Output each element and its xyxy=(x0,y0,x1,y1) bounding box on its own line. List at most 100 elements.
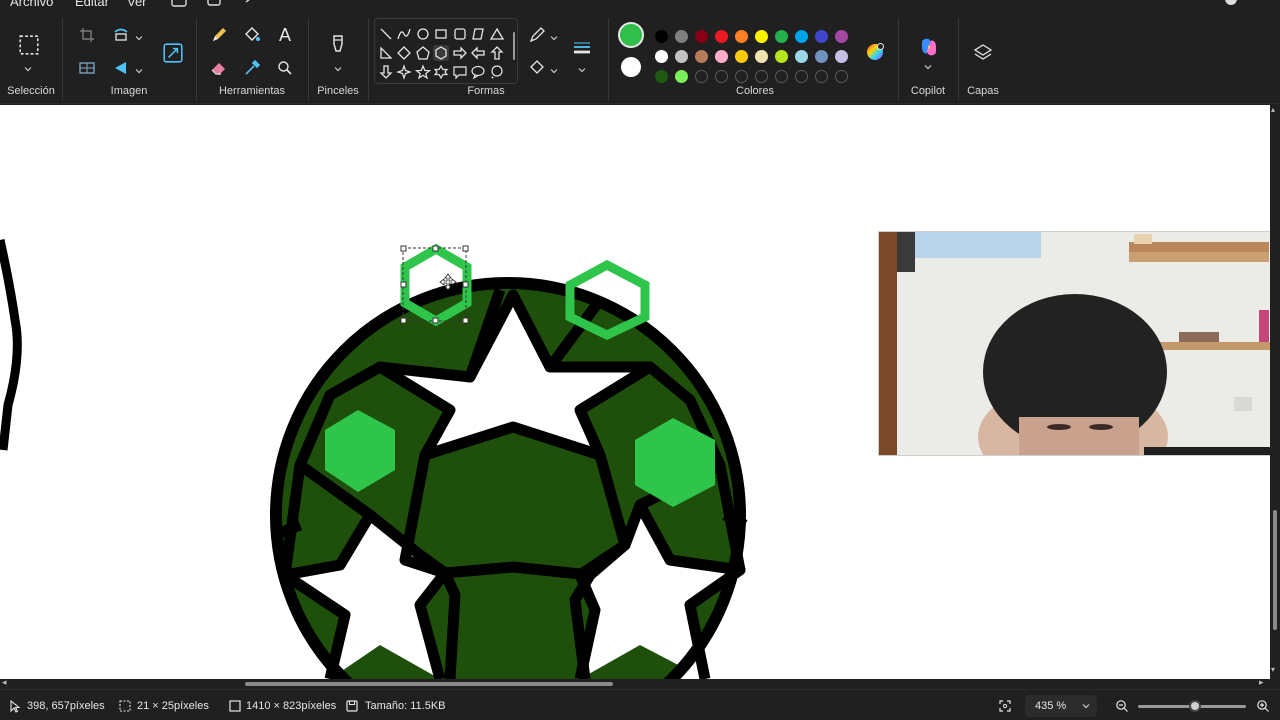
vertical-scrollbar[interactable]: ▴ ▾ xyxy=(1270,105,1280,679)
zoom-in-icon[interactable] xyxy=(1256,699,1270,713)
brushes-chevron-down-icon[interactable] xyxy=(333,61,343,72)
shape-right-arrow-icon[interactable] xyxy=(452,45,468,61)
menu-view[interactable]: Ver xyxy=(127,0,147,9)
flip-icon[interactable] xyxy=(110,57,132,79)
account-icon[interactable] xyxy=(1220,0,1242,10)
palette-swatch[interactable] xyxy=(775,30,788,43)
text-tool-icon[interactable]: A xyxy=(274,24,296,46)
magnifier-icon[interactable] xyxy=(274,57,296,79)
select-rectangle-icon[interactable] xyxy=(16,32,42,58)
flip-chevron-down-icon[interactable] xyxy=(134,63,144,74)
palette-swatch[interactable] xyxy=(835,70,848,83)
redo-icon[interactable] xyxy=(240,0,262,10)
secondary-color-swatch[interactable] xyxy=(621,57,641,77)
palette-swatch[interactable] xyxy=(715,70,728,83)
fill-chevron-down-icon[interactable] xyxy=(549,63,559,74)
vertical-scroll-thumb[interactable] xyxy=(1273,510,1277,630)
shape-oval-icon[interactable] xyxy=(415,26,431,42)
fit-to-window-icon[interactable] xyxy=(998,699,1012,713)
undo-icon[interactable] xyxy=(203,0,225,10)
zoom-slider-thumb[interactable] xyxy=(1189,700,1201,712)
palette-swatch[interactable] xyxy=(715,50,728,63)
palette-swatch[interactable] xyxy=(815,30,828,43)
shapes-gallery-scrollbar[interactable] xyxy=(513,32,515,60)
palette-swatch[interactable] xyxy=(755,30,768,43)
shape-polygon-icon[interactable] xyxy=(470,26,486,42)
stroke-size-icon[interactable] xyxy=(570,36,594,60)
shape-down-arrow-icon[interactable] xyxy=(378,64,394,80)
shape-six-point-star-icon[interactable] xyxy=(433,64,449,80)
palette-swatch[interactable] xyxy=(735,30,748,43)
shape-up-arrow-icon[interactable] xyxy=(489,45,505,61)
selection-chevron-down-icon[interactable] xyxy=(23,61,33,72)
shape-left-arrow-icon[interactable] xyxy=(470,45,486,61)
palette-swatch[interactable] xyxy=(735,50,748,63)
palette-swatch[interactable] xyxy=(735,70,748,83)
shape-five-point-star-icon[interactable] xyxy=(414,64,432,80)
horizontal-scroll-thumb[interactable] xyxy=(245,682,613,686)
shape-line-icon[interactable] xyxy=(378,26,394,42)
horizontal-scrollbar[interactable]: ◂ ▸ xyxy=(0,677,1270,689)
palette-swatch[interactable] xyxy=(755,50,768,63)
layers-icon[interactable] xyxy=(970,40,996,66)
palette-swatch[interactable] xyxy=(655,70,668,83)
scroll-up-icon[interactable]: ▴ xyxy=(1271,105,1275,114)
copilot-chevron-down-icon[interactable] xyxy=(923,59,933,70)
pencil-icon[interactable] xyxy=(208,24,230,46)
scroll-left-icon[interactable]: ◂ xyxy=(2,677,7,688)
shape-curve-icon[interactable] xyxy=(396,26,412,42)
palette-swatch[interactable] xyxy=(775,50,788,63)
shape-four-point-star-icon[interactable] xyxy=(396,64,412,80)
stroke-size-chevron-down-icon[interactable] xyxy=(577,62,587,73)
menu-file[interactable]: Archivo xyxy=(10,0,53,9)
shape-rect-callout-icon[interactable] xyxy=(452,64,468,80)
image-grid-icon[interactable] xyxy=(76,57,98,79)
zoom-out-icon[interactable] xyxy=(1115,699,1129,713)
palette-swatch[interactable] xyxy=(815,50,828,63)
copilot-icon[interactable] xyxy=(916,34,942,60)
palette-swatch[interactable] xyxy=(715,30,728,43)
shape-diamond-icon[interactable] xyxy=(396,45,412,61)
edit-colors-icon[interactable] xyxy=(863,40,887,64)
shape-fill-icon[interactable] xyxy=(526,57,548,79)
primary-color-swatch[interactable] xyxy=(618,22,644,48)
shape-hexagon-icon[interactable] xyxy=(433,45,449,61)
palette-swatch[interactable] xyxy=(775,70,788,83)
shape-cloud-callout-icon[interactable] xyxy=(489,64,505,80)
menu-edit[interactable]: Editar xyxy=(75,0,109,9)
palette-swatch[interactable] xyxy=(655,50,668,63)
palette-swatch[interactable] xyxy=(695,50,708,63)
resize-chevron-down-icon[interactable] xyxy=(134,30,144,41)
shape-rectangle-icon[interactable] xyxy=(433,26,449,42)
palette-swatch[interactable] xyxy=(695,70,708,83)
outline-chevron-down-icon[interactable] xyxy=(549,30,559,41)
scroll-right-icon[interactable]: ▸ xyxy=(1259,677,1264,688)
palette-swatch[interactable] xyxy=(815,70,828,83)
eraser-icon[interactable] xyxy=(208,57,230,79)
crop-icon[interactable] xyxy=(76,24,98,46)
shape-outline-icon[interactable] xyxy=(526,24,548,46)
shape-oval-callout-icon[interactable] xyxy=(470,64,486,80)
color-picker-icon[interactable] xyxy=(241,57,263,79)
palette-swatch[interactable] xyxy=(675,70,688,83)
palette-swatch[interactable] xyxy=(795,70,808,83)
shape-right-triangle-icon[interactable] xyxy=(378,45,394,61)
palette-swatch[interactable] xyxy=(755,70,768,83)
palette-swatch[interactable] xyxy=(675,30,688,43)
resize-icon[interactable] xyxy=(110,24,132,46)
brush-icon[interactable] xyxy=(326,32,350,56)
palette-swatch[interactable] xyxy=(835,50,848,63)
palette-swatch[interactable] xyxy=(835,30,848,43)
shape-rounded-rectangle-icon[interactable] xyxy=(452,26,468,42)
palette-swatch[interactable] xyxy=(795,30,808,43)
shape-triangle-icon[interactable] xyxy=(489,26,505,42)
scroll-down-icon[interactable]: ▾ xyxy=(1271,665,1275,674)
fill-bucket-icon[interactable] xyxy=(241,24,263,46)
palette-swatch[interactable] xyxy=(655,30,668,43)
palette-swatch[interactable] xyxy=(675,50,688,63)
shape-pentagon-icon[interactable] xyxy=(415,45,431,61)
save-icon[interactable] xyxy=(168,0,190,10)
palette-swatch[interactable] xyxy=(695,30,708,43)
palette-swatch[interactable] xyxy=(795,50,808,63)
zoom-dropdown[interactable]: 435 % xyxy=(1025,695,1097,717)
